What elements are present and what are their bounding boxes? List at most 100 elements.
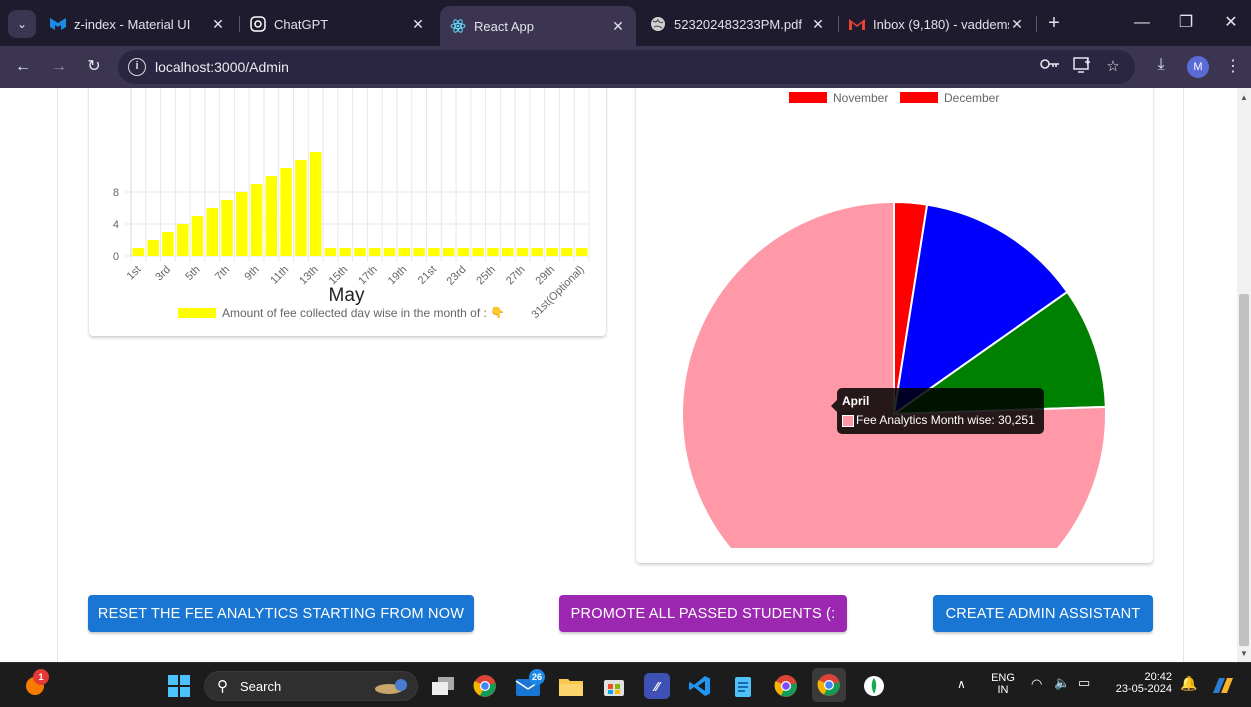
kebab-menu-icon[interactable]: ⋮ — [1221, 56, 1245, 76]
bar — [369, 248, 381, 256]
reset-fee-analytics-button[interactable]: RESET THE FEE ANALYTICS STARTING FROM NO… — [88, 595, 474, 632]
bar — [354, 248, 366, 256]
tab-material-ui[interactable]: z-index - Material UI ✕ — [40, 6, 236, 42]
taskbar-search[interactable]: ⚲ Search — [204, 671, 418, 701]
daily-fee-bar-chart: 0 4 8 1st 3rd 5th 7th 9th 11th 13th 15th 17th 19th 21… — [113, 88, 590, 318]
wifi-icon[interactable]: ◠ — [1031, 676, 1042, 692]
bar — [265, 176, 278, 256]
bar — [324, 248, 337, 256]
close-icon[interactable]: ✕ — [410, 16, 426, 33]
bar — [250, 184, 263, 256]
tab-react-app[interactable]: React App ✕ — [440, 6, 636, 46]
bar — [457, 248, 470, 256]
new-tab-button[interactable]: + — [1044, 12, 1064, 34]
tray-overflow-chevron-icon[interactable]: ∧ — [957, 677, 966, 691]
gmail-icon — [849, 16, 865, 32]
bar — [428, 248, 440, 256]
download-icon[interactable]: ⤓ — [1149, 56, 1173, 74]
x-tick-label: 3rd — [153, 264, 173, 284]
language-indicator[interactable]: ENG IN — [988, 672, 1018, 696]
close-icon[interactable]: ✕ — [1009, 16, 1025, 33]
scrollbar-thumb[interactable] — [1239, 294, 1249, 646]
windows-taskbar: 1 ⚲ Search 26 ⁄⁄ ∧ ENG IN ◠ 🔈 ▭ 20:42 23… — [0, 662, 1251, 707]
windows-start-icon[interactable] — [166, 673, 192, 699]
browser-toolbar: ← → ↻ i localhost:3000/Admin ☆ ⤓ M ⋮ — [0, 46, 1251, 88]
close-icon[interactable]: ✕ — [210, 16, 226, 33]
mongodb-icon[interactable] — [861, 673, 887, 699]
tooltip-title: April — [842, 394, 870, 408]
tab-chatgpt[interactable]: ChatGPT ✕ — [240, 6, 436, 42]
x-tick-label: 9th — [242, 264, 261, 283]
tab-pdf[interactable]: 523202483233PM.pdf ✕ — [640, 6, 836, 42]
close-icon[interactable]: ✕ — [610, 18, 626, 35]
tooltip-color-swatch — [842, 415, 854, 427]
install-app-icon[interactable] — [1071, 57, 1093, 77]
x-tick-label: 27th — [504, 264, 528, 288]
legend-swatch — [789, 92, 827, 103]
bar — [546, 248, 558, 256]
scroll-up-arrow-icon[interactable]: ▲ — [1239, 93, 1249, 102]
bar — [575, 248, 588, 256]
globe-icon — [650, 16, 666, 32]
tab-gmail[interactable]: Inbox (9,180) - vaddemsa ✕ — [839, 6, 1035, 42]
x-tick-label: 7th — [213, 264, 232, 283]
bell-icon[interactable]: 🔔 — [1180, 675, 1197, 692]
create-admin-assistant-button[interactable]: CREATE ADMIN ASSISTANT — [933, 595, 1153, 632]
close-icon[interactable]: ✕ — [810, 16, 826, 33]
search-icon: ⚲ — [217, 678, 228, 695]
clock-date: 23-05-2024 — [1115, 683, 1172, 695]
bar — [280, 168, 292, 256]
volume-icon[interactable]: 🔈 — [1054, 675, 1070, 691]
address-bar[interactable]: i localhost:3000/Admin ☆ — [118, 50, 1135, 84]
x-tick-label: 11th — [268, 264, 291, 287]
file-explorer-icon[interactable] — [558, 673, 584, 699]
chrome-icon[interactable] — [472, 673, 498, 699]
bar — [339, 248, 351, 256]
x-tick-label: 21st — [416, 264, 439, 287]
lang-top: ENG — [991, 672, 1015, 684]
clock[interactable]: 20:42 23-05-2024 — [1108, 671, 1172, 695]
copilot-icon[interactable] — [1210, 673, 1236, 699]
mail-badge: 26 — [529, 669, 545, 685]
task-view-icon[interactable] — [430, 673, 456, 699]
site-info-icon[interactable]: i — [128, 58, 146, 76]
bar — [162, 232, 174, 256]
bookmark-star-icon[interactable]: ☆ — [1102, 57, 1124, 77]
notepad-icon[interactable] — [730, 673, 756, 699]
scroll-down-arrow-icon[interactable]: ▼ — [1239, 649, 1249, 658]
clock-time: 20:42 — [1144, 671, 1172, 683]
tab-label: z-index - Material UI — [74, 16, 191, 32]
key-icon[interactable] — [1039, 57, 1061, 77]
bar — [191, 216, 204, 256]
tab-label: 523202483233PM.pdf — [674, 16, 802, 32]
close-window-icon[interactable]: ✕ — [1219, 12, 1243, 34]
lang-bottom: IN — [997, 684, 1009, 696]
reload-icon[interactable]: ↻ — [82, 55, 106, 79]
daily-fee-chart-card: 0 4 8 1st 3rd 5th 7th 9th 11th 13th 15th 17th 19th 21… — [89, 88, 606, 336]
profile-avatar[interactable]: M — [1187, 56, 1209, 78]
chrome-active-icon[interactable] — [812, 668, 846, 702]
chrome-profile-icon[interactable] — [773, 673, 799, 699]
search-highlight-icon — [371, 676, 411, 701]
battery-icon[interactable]: ▭ — [1078, 675, 1090, 691]
minimize-icon[interactable]: — — [1130, 12, 1154, 34]
store-icon[interactable] — [601, 673, 627, 699]
bar — [176, 224, 189, 256]
url-text[interactable]: localhost:3000/Admin — [155, 59, 289, 75]
bar — [132, 248, 145, 256]
bar — [487, 248, 499, 256]
forward-arrow-icon[interactable]: → — [47, 55, 71, 79]
screen: ⌄ z-index - Material UI ✕ ChatGPT ✕ Reac… — [0, 0, 1251, 707]
y-tick-label: 8 — [113, 187, 119, 199]
promote-students-button[interactable]: PROMOTE ALL PASSED STUDENTS (: — [559, 595, 847, 632]
restore-icon[interactable]: ❐ — [1174, 12, 1198, 34]
mui-app-icon[interactable]: ⁄⁄ — [644, 673, 670, 699]
bar — [309, 152, 322, 256]
page-scrollbar[interactable]: ▲ ▼ — [1237, 88, 1251, 662]
x-tick-label: 13th — [297, 264, 321, 288]
monthly-fee-pie-card: November December — [636, 88, 1153, 563]
legend-label: December — [944, 91, 999, 105]
vscode-icon[interactable] — [687, 673, 713, 699]
tab-search-menu-button[interactable]: ⌄ — [8, 10, 36, 38]
back-arrow-icon[interactable]: ← — [11, 55, 35, 79]
